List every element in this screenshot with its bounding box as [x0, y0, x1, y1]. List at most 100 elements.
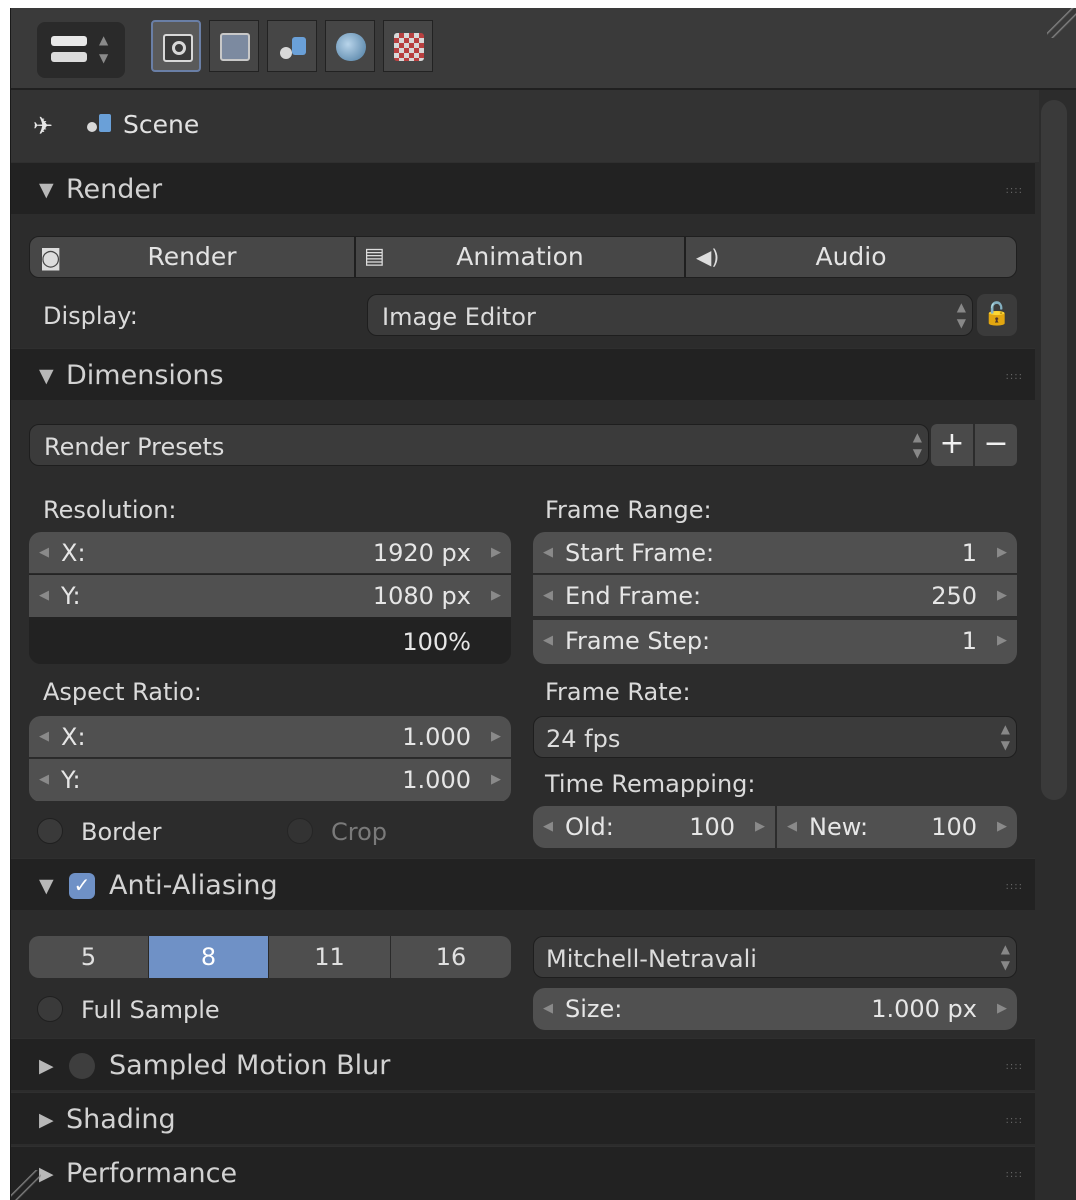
performance-panel-header[interactable]: ▶ Performance ::::	[11, 1146, 1035, 1200]
presets-value: Render Presets	[44, 433, 225, 461]
dimensions-panel-body: Render Presets ▲ ▼ + − Resolution: ◀ X: 192…	[11, 400, 1035, 858]
resolution-group: ◀ X: 1920 px ▶ ◀ Y: 1080 px ▶ 100%	[29, 532, 511, 664]
editor-type-icon	[51, 36, 87, 46]
scene-context-tab[interactable]	[267, 20, 317, 72]
scene-icon	[278, 33, 308, 61]
aspect-y-field[interactable]: ◀ Y: 1.000 ▶	[29, 759, 511, 801]
start-frame-field[interactable]: ◀ Start Frame: 1 ▶	[533, 532, 1017, 574]
crop-label: Crop	[331, 818, 388, 846]
display-value: Image Editor	[382, 303, 536, 331]
panel-title: Render	[66, 174, 163, 205]
texture-checker-icon	[394, 33, 424, 61]
crop-checkbox[interactable]	[287, 818, 313, 844]
aspect-x-field[interactable]: ◀ X: 1.000 ▶	[29, 716, 511, 758]
drag-handle-icon[interactable]: ::::	[1006, 1061, 1023, 1072]
expand-right-icon: ▶	[39, 1055, 54, 1077]
resolution-percentage-slider[interactable]: 100%	[29, 620, 511, 664]
expand-right-icon: ▶	[39, 1109, 54, 1131]
button-label: Animation	[456, 242, 584, 271]
anti-aliasing-panel-header[interactable]: ▼ ✓ Anti-Aliasing ::::	[11, 858, 1035, 910]
time-remap-new-field[interactable]: ◀ New: 100 ▶	[777, 806, 1017, 848]
aa-filter-dropdown[interactable]: Mitchell-Netravali ▲ ▼	[533, 936, 1017, 978]
aa-filter-size-field[interactable]: ◀ Size: 1.000 px ▶	[533, 988, 1017, 1030]
render-image-button[interactable]: ◙ Render	[29, 236, 355, 278]
drag-handle-icon[interactable]: ::::	[1006, 1115, 1023, 1126]
drag-handle-icon[interactable]: ::::	[1006, 881, 1023, 892]
aspect-ratio-label: Aspect Ratio:	[43, 678, 202, 706]
properties-editor: ▲ ▼ ✈ Scene ▼ Render:::: ◙ Render ▤ Ani…	[10, 8, 1076, 1200]
frame-rate-value: 24 fps	[546, 725, 621, 753]
speaker-icon: ◀)	[696, 245, 720, 269]
render-audio-button[interactable]: ◀) Audio	[685, 236, 1017, 278]
resolution-y-field[interactable]: ◀ Y: 1080 px ▶	[29, 575, 511, 617]
anti-aliasing-checkbox[interactable]: ✓	[69, 873, 95, 899]
sampled-motion-blur-panel-header[interactable]: ▶ Sampled Motion Blur ::::	[11, 1038, 1035, 1090]
display-label: Display:	[43, 302, 138, 330]
updown-icon: ▲ ▼	[912, 430, 922, 460]
panel-title: Shading	[66, 1104, 176, 1135]
time-remapping-label: Time Remapping:	[545, 770, 756, 798]
world-icon	[336, 33, 366, 61]
full-sample-label: Full Sample	[81, 996, 220, 1024]
add-preset-button[interactable]: +	[931, 424, 973, 466]
drag-handle-icon[interactable]: ::::	[1006, 371, 1023, 382]
anti-aliasing-panel-body: 5 8 11 16 Mitchell-Netravali ▲ ▼ Full Sam…	[11, 910, 1035, 1038]
aa-samples-8[interactable]: 8	[149, 936, 269, 978]
expand-down-icon: ▼	[39, 365, 54, 387]
frame-rate-dropdown[interactable]: 24 fps ▲ ▼	[533, 716, 1017, 758]
render-panel-body: ◙ Render ▤ Animation ◀) Audio Display: I…	[11, 214, 1035, 348]
frame-step-field[interactable]: ◀ Frame Step: 1 ▶	[533, 620, 1017, 664]
panel-title: Anti-Aliasing	[109, 870, 278, 901]
editor-type-menu[interactable]: ▲ ▼	[37, 22, 125, 78]
render-layers-context-tab[interactable]	[209, 20, 259, 72]
render-presets-dropdown[interactable]: Render Presets ▲ ▼	[29, 424, 929, 466]
drag-handle-icon[interactable]: ::::	[1006, 1169, 1023, 1180]
texture-context-tab[interactable]	[383, 20, 433, 72]
full-sample-checkbox[interactable]	[37, 996, 63, 1022]
panel-title: Sampled Motion Blur	[109, 1050, 391, 1081]
expand-right-icon: ▶	[39, 1163, 54, 1185]
updown-icon: ▲ ▼	[1000, 942, 1010, 972]
end-frame-field[interactable]: ◀ End Frame: 250 ▶	[533, 575, 1017, 617]
render-animation-button[interactable]: ▤ Animation	[355, 236, 685, 278]
aa-samples-11[interactable]: 11	[269, 936, 391, 978]
render-still-icon: ◙	[40, 246, 62, 271]
aa-samples-selector: 5 8 11 16	[29, 936, 511, 978]
frame-range-label: Frame Range:	[545, 496, 712, 524]
dimensions-panel-header[interactable]: ▼ Dimensions ::::	[11, 348, 1035, 400]
motion-blur-checkbox[interactable]	[69, 1053, 95, 1079]
updown-icon: ▲ ▼	[1000, 722, 1010, 752]
resolution-label: Resolution:	[43, 496, 177, 524]
frame-range-group: ◀ Start Frame: 1 ▶ ◀ End Frame: 250 ▶ ◀ Frame S…	[533, 532, 1017, 664]
border-label: Border	[81, 818, 162, 846]
clapperboard-icon: ▤	[364, 244, 385, 269]
area-join-grip[interactable]	[11, 1170, 41, 1200]
time-remap-old-field[interactable]: ◀ Old: 100 ▶	[533, 806, 775, 848]
display-dropdown[interactable]: Image Editor ▲ ▼	[367, 294, 973, 336]
button-label: Render	[147, 242, 237, 271]
frame-rate-label: Frame Rate:	[545, 678, 691, 706]
scene-label: Scene	[123, 110, 200, 139]
camera-icon	[163, 34, 193, 62]
lock-interface-icon[interactable]: 🔓	[977, 294, 1017, 336]
render-panel-header[interactable]: ▼ Render ::::	[11, 162, 1035, 214]
aspect-ratio-group: ◀ X: 1.000 ▶ ◀ Y: 1.000 ▶	[29, 716, 511, 802]
resolution-x-field[interactable]: ◀ X: 1920 px ▶	[29, 532, 511, 574]
drag-handle-icon[interactable]: ::::	[1006, 185, 1023, 196]
context-breadcrumb: ✈ Scene	[11, 90, 1039, 162]
scene-icon	[87, 114, 115, 138]
remove-preset-button[interactable]: −	[975, 424, 1017, 466]
render-layers-icon	[220, 33, 250, 61]
expand-down-icon: ▼	[39, 875, 54, 897]
aa-samples-16[interactable]: 16	[391, 936, 511, 978]
render-context-tab[interactable]	[151, 20, 201, 72]
shading-panel-header[interactable]: ▶ Shading ::::	[11, 1092, 1035, 1144]
aa-samples-5[interactable]: 5	[29, 936, 149, 978]
expand-down-icon: ▼	[39, 179, 54, 201]
pin-icon[interactable]: ✈	[33, 112, 53, 140]
world-context-tab[interactable]	[325, 20, 375, 72]
vertical-scrollbar[interactable]	[1041, 100, 1067, 800]
panel-title: Dimensions	[66, 360, 224, 391]
border-checkbox[interactable]	[37, 818, 63, 844]
area-split-grip[interactable]	[1047, 8, 1076, 38]
